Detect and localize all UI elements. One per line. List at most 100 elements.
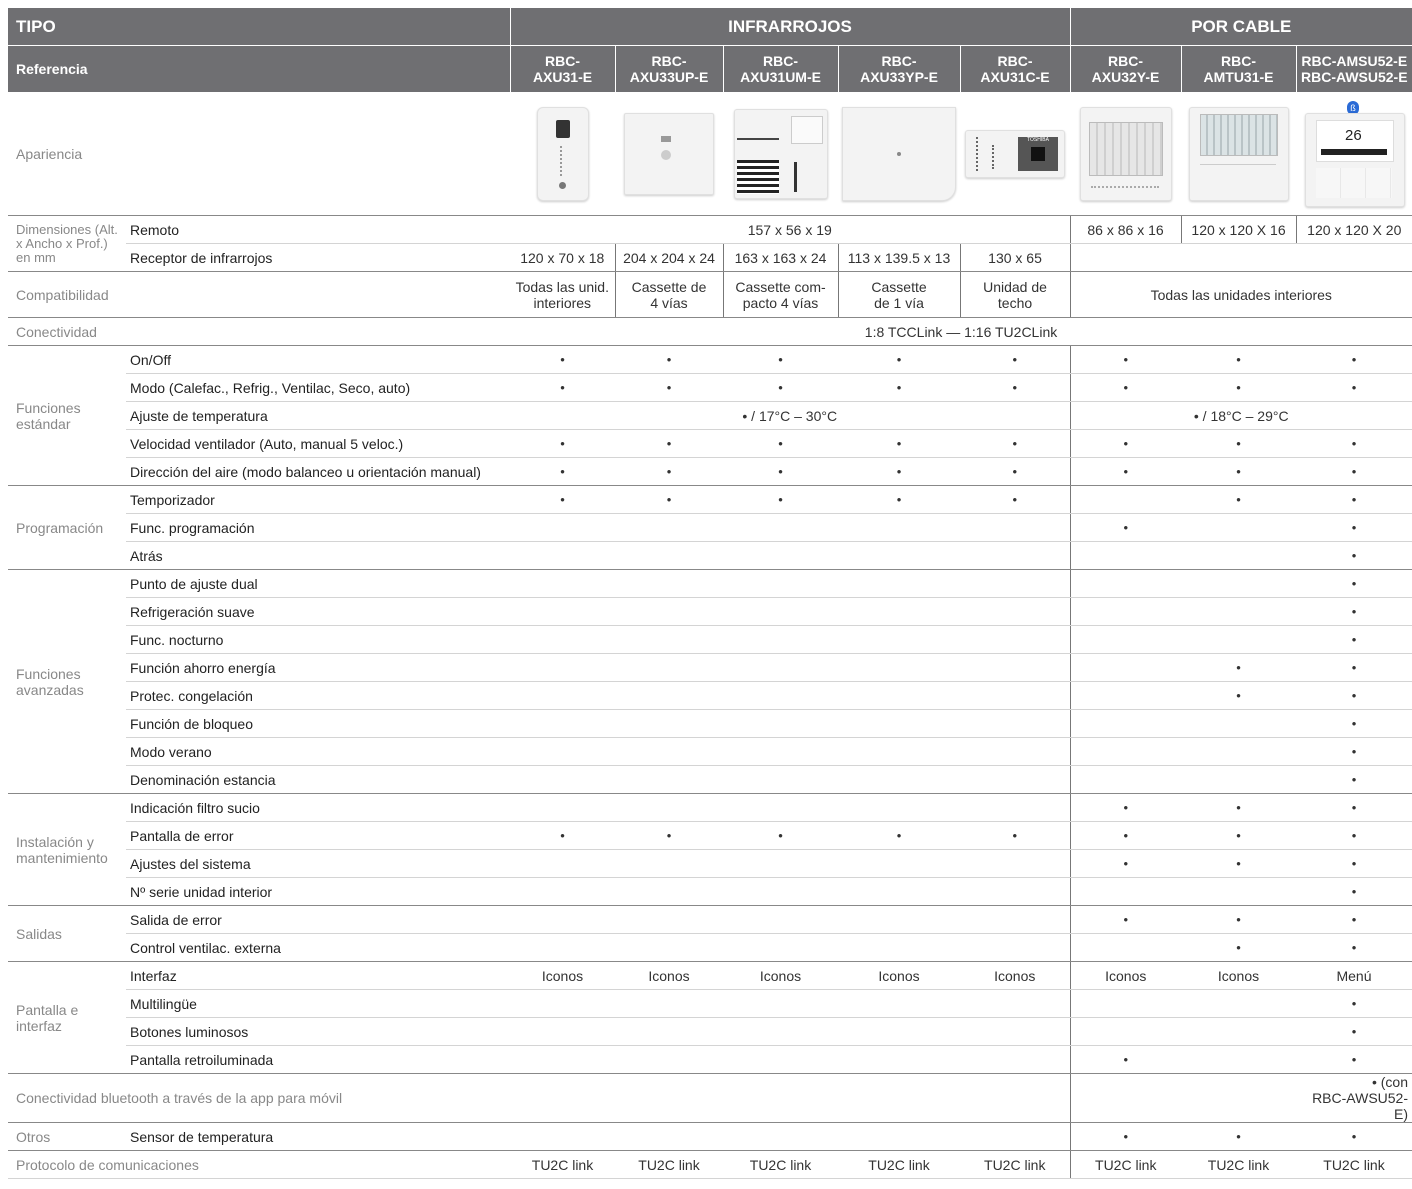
- bluetooth-value: • (con RBC-AWSU52-E): [1296, 1073, 1412, 1123]
- ref-cell: RBC-AMSU52-E RBC-AWSU52-E: [1295, 45, 1412, 92]
- receptor-value: 204 x 204 x 24: [615, 243, 724, 272]
- check-dot: •: [510, 485, 615, 514]
- empty-cell: [723, 1045, 838, 1074]
- check-dot: •: [1296, 625, 1412, 654]
- check-dot: •: [960, 346, 1071, 374]
- compat-value: Cassette com-pacto 4 vías: [723, 271, 839, 318]
- empty-cell: [960, 513, 1071, 542]
- check-dot: •: [1181, 905, 1296, 934]
- check-dot: •: [838, 485, 960, 514]
- feature-label: Pantalla retroiluminada: [126, 1045, 510, 1074]
- sensor-label: Sensor de temperatura: [126, 1122, 510, 1151]
- interface-value: Iconos: [1181, 961, 1296, 990]
- category-label: Instalación y mantenimiento: [8, 793, 126, 906]
- apariencia-row: Apariencia TOSHIBA ß 26: [8, 92, 1412, 216]
- empty-cell: [960, 625, 1071, 654]
- feature-row: Denominación estancia •: [8, 765, 1412, 794]
- empty-cell: [615, 1122, 723, 1151]
- empty-cell: [960, 569, 1071, 598]
- empty-cell: [1181, 513, 1296, 542]
- empty-cell: [960, 1017, 1071, 1046]
- check-dot: •: [1181, 373, 1296, 402]
- infrarrojos-label: INFRARROJOS: [509, 8, 1071, 46]
- features-table: Funciones estándar On/Off • • • • • • • • Modo (Ca…: [8, 346, 1412, 1179]
- check-dot: •: [723, 346, 838, 374]
- check-dot: •: [1296, 457, 1412, 486]
- empty-cell: [960, 737, 1071, 766]
- protocolo-value: TU2C link: [615, 1150, 723, 1179]
- feature-row: Func. programación • •: [8, 513, 1412, 542]
- feature-label: Dirección del aire (modo balanceo u orie…: [126, 457, 510, 486]
- empty-cell: [723, 1122, 838, 1151]
- check-dot: •: [1070, 793, 1181, 822]
- wired-remote-image-axu32y: [1074, 92, 1177, 215]
- empty-cell: [838, 625, 960, 654]
- empty-cell: [723, 569, 838, 598]
- empty-cell: [1070, 569, 1181, 598]
- feature-label: Denominación estancia: [126, 765, 510, 794]
- spec-table: TIPO INFRARROJOS POR CABLE Referencia RB…: [8, 8, 1412, 346]
- empty-cell: [1070, 625, 1181, 654]
- check-dot: •: [838, 821, 960, 850]
- empty-cell: [960, 1045, 1071, 1074]
- empty-cell: [615, 1045, 723, 1074]
- empty-cell: [510, 933, 615, 962]
- check-dot: •: [510, 821, 615, 850]
- check-dot: •: [838, 457, 960, 486]
- empty-cell: [723, 989, 838, 1018]
- check-dot: •: [1181, 793, 1296, 822]
- feature-row: Pantalla retroiluminada • •: [8, 1045, 1412, 1074]
- check-dot: •: [838, 346, 960, 374]
- check-dot: •: [838, 429, 960, 458]
- empty-cell: [838, 905, 960, 934]
- empty-cell: [723, 1017, 838, 1046]
- empty-cell: [510, 877, 615, 906]
- ref-cell: RBC- AXU31-E: [509, 45, 616, 92]
- empty-cell: [510, 793, 615, 822]
- empty-cell: [1181, 597, 1296, 626]
- empty-cell: [838, 569, 960, 598]
- feature-row: Ajuste de temperatura • / 17°C – 30°C • / …: [8, 401, 1412, 430]
- empty-cell: [838, 933, 960, 962]
- empty-cell: [960, 933, 1071, 962]
- interface-value: Iconos: [723, 961, 838, 990]
- ref-cell: RBC- AXU31C-E: [959, 45, 1071, 92]
- compat-value: Cassette de 1 vía: [838, 271, 961, 318]
- empty-cell: [615, 933, 723, 962]
- feature-label: On/Off: [126, 346, 510, 374]
- check-dot: •: [1296, 1045, 1412, 1074]
- empty-cell: [615, 1017, 723, 1046]
- empty-cell: [723, 877, 838, 906]
- feature-label: Salida de error: [126, 905, 510, 934]
- ref-cell: RBC- AXU32Y-E: [1069, 45, 1182, 92]
- empty-cell: [510, 1045, 615, 1074]
- dimensiones-label: Dimensiones (Alt. x Ancho x Prof.) en mm: [8, 215, 126, 272]
- check-dot: •: [1296, 485, 1412, 514]
- interface-value: Iconos: [510, 961, 615, 990]
- check-dot: •: [1070, 1122, 1181, 1151]
- empty-cell: [838, 681, 960, 710]
- empty-cell: [510, 513, 615, 542]
- check-dot: •: [960, 485, 1071, 514]
- protocolo-value: TU2C link: [960, 1150, 1071, 1179]
- check-dot: •: [510, 457, 615, 486]
- empty-cell: [615, 513, 723, 542]
- feature-row: Funciones avanzadas Punto de ajuste dual •: [8, 569, 1412, 794]
- empty-cell: [615, 849, 723, 878]
- temp-ir-value: • / 17°C – 30°C: [510, 401, 1071, 430]
- feature-row: Instalación y mantenimiento Indicación fi…: [8, 793, 1412, 906]
- protocolo-value: TU2C link: [510, 1150, 615, 1179]
- header-row-tipo: TIPO INFRARROJOS POR CABLE: [8, 8, 1412, 46]
- check-dot: •: [1296, 653, 1412, 682]
- empty-cell: [723, 681, 838, 710]
- check-dot: •: [1296, 429, 1412, 458]
- check-dot: •: [615, 457, 723, 486]
- feature-label: Atrás: [126, 541, 510, 570]
- empty-cell: [838, 989, 960, 1018]
- feature-label: Refrigeración suave: [126, 597, 510, 626]
- check-dot: •: [1296, 765, 1412, 794]
- empty-cell: [723, 849, 838, 878]
- empty-cell: [838, 597, 960, 626]
- empty-cell: [1070, 765, 1181, 794]
- porcable-label: POR CABLE: [1069, 8, 1412, 46]
